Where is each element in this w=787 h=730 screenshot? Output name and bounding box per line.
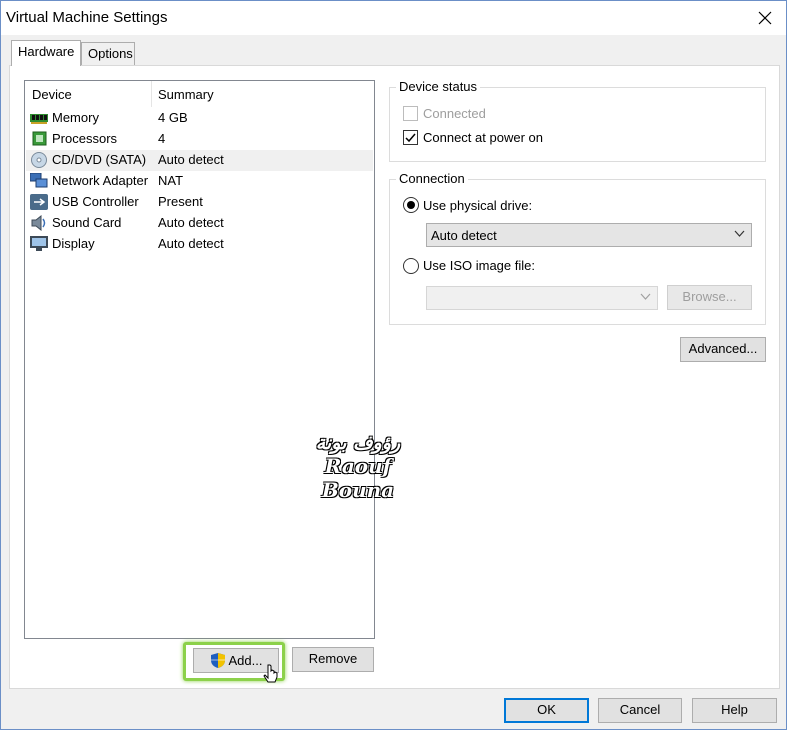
help-button[interactable]: Help	[692, 698, 777, 723]
device-row-sound-card[interactable]: Sound Card Auto detect	[26, 213, 373, 234]
title-bar: Virtual Machine Settings	[1, 1, 786, 35]
cancel-button[interactable]: Cancel	[598, 698, 682, 723]
checkmark-icon	[405, 133, 416, 143]
device-name: Sound Card	[52, 215, 122, 230]
column-device[interactable]: Device	[32, 87, 72, 102]
hardware-panel: Device Summary Memory 4 GB Processors 4 …	[9, 65, 780, 689]
close-button[interactable]	[752, 5, 778, 31]
device-list[interactable]: Device Summary Memory 4 GB Processors 4 …	[24, 80, 375, 639]
cd-dvd-icon	[31, 152, 47, 168]
device-row-display[interactable]: Display Auto detect	[26, 234, 373, 255]
watermark-arabic: رؤوف بونة	[315, 432, 401, 454]
device-summary: Auto detect	[158, 236, 224, 251]
window-title: Virtual Machine Settings	[6, 9, 168, 26]
radio-selected-dot	[407, 201, 415, 209]
device-summary: NAT	[158, 173, 184, 188]
device-name: Processors	[52, 131, 118, 146]
connection-group: Connection Use physical drive: Auto dete…	[389, 171, 766, 325]
device-name: CD/DVD (SATA)	[52, 152, 147, 167]
connect-at-power-on-label: Connect at power on	[423, 130, 543, 145]
use-iso-image-radio[interactable]	[403, 258, 419, 274]
display-icon	[30, 236, 48, 251]
close-icon	[758, 11, 772, 25]
device-summary: Auto detect	[158, 215, 224, 230]
connected-checkbox[interactable]	[403, 106, 418, 121]
device-row-processors[interactable]: Processors 4	[26, 129, 373, 150]
remove-button[interactable]: Remove	[292, 647, 374, 672]
device-summary: 4 GB	[158, 110, 188, 125]
sound-card-icon	[31, 215, 46, 231]
chevron-down-icon	[734, 230, 745, 237]
watermark: رؤوف بونة Raouf Bouna	[288, 432, 428, 502]
device-name: Display	[52, 236, 95, 251]
device-row-cd-dvd[interactable]: CD/DVD (SATA) Auto detect	[26, 150, 373, 171]
device-summary: 4	[158, 131, 166, 146]
device-status-title: Device status	[396, 79, 481, 94]
device-summary: Auto detect	[158, 152, 224, 167]
shield-icon	[210, 653, 225, 668]
use-physical-drive-label: Use physical drive:	[423, 198, 533, 213]
watermark-latin: Raouf Bouna	[321, 454, 395, 502]
use-iso-image-label: Use ISO image file:	[423, 258, 535, 273]
list-header: Device Summary	[25, 81, 374, 107]
physical-drive-select[interactable]: Auto detect	[426, 223, 752, 247]
iso-image-select[interactable]	[426, 286, 658, 310]
tab-options-label: Options	[88, 46, 133, 61]
device-row-memory[interactable]: Memory 4 GB	[26, 108, 373, 129]
advanced-button[interactable]: Advanced...	[680, 337, 766, 362]
device-row-usb-controller[interactable]: USB Controller Present	[26, 192, 373, 213]
tab-options[interactable]: Options	[81, 42, 135, 66]
tab-hardware[interactable]: Hardware	[11, 40, 81, 66]
usb-icon	[30, 194, 48, 210]
device-name: Network Adapter	[52, 173, 149, 188]
device-name: Memory	[52, 110, 99, 125]
network-adapter-icon	[30, 173, 48, 188]
vm-settings-window: Virtual Machine Settings Hardware Option…	[0, 0, 787, 730]
column-summary[interactable]: Summary	[158, 87, 214, 102]
memory-icon	[30, 114, 48, 124]
connected-label: Connected	[423, 106, 486, 121]
add-button-label: Add...	[228, 652, 263, 668]
chevron-down-icon	[640, 293, 651, 300]
connect-at-power-on-checkbox[interactable]	[403, 130, 418, 145]
column-divider[interactable]	[151, 81, 152, 107]
device-status-group: Device status Connected Connect at power…	[389, 79, 766, 162]
device-name: USB Controller	[52, 194, 139, 209]
mouse-pointer-icon	[263, 664, 278, 683]
device-row-network-adapter[interactable]: Network Adapter NAT	[26, 171, 373, 192]
browse-button[interactable]: Browse...	[667, 285, 752, 310]
processor-icon	[32, 131, 47, 146]
device-summary: Present	[158, 194, 203, 209]
connection-title: Connection	[396, 171, 468, 186]
use-physical-drive-radio[interactable]	[403, 197, 419, 213]
physical-drive-value: Auto detect	[431, 228, 497, 243]
tab-hardware-label: Hardware	[18, 44, 75, 59]
ok-button[interactable]: OK	[504, 698, 589, 723]
